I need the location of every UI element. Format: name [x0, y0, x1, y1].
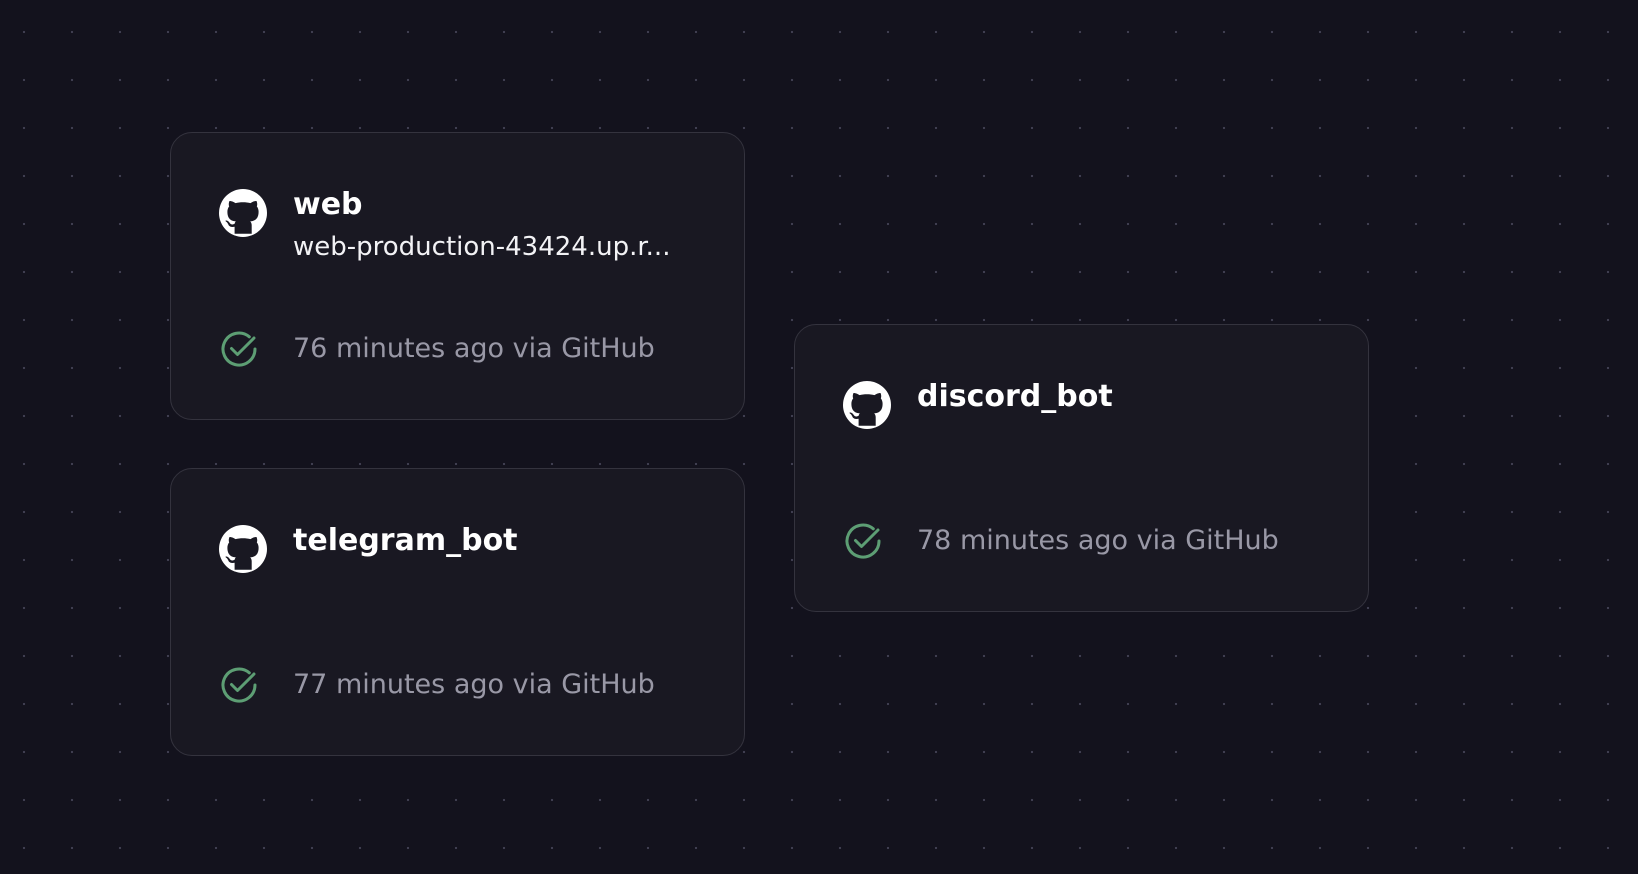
service-name: telegram_bot — [293, 523, 518, 558]
service-name: web — [293, 187, 363, 222]
check-circle-icon — [843, 521, 883, 561]
service-card-discord-bot[interactable]: discord_bot 78 minutes ago via GitHub — [794, 324, 1369, 612]
deployment-status: 76 minutes ago via GitHub — [293, 333, 655, 364]
deployment-status: 77 minutes ago via GitHub — [293, 669, 655, 700]
github-icon — [843, 381, 891, 429]
service-domain-link[interactable]: web-production-43424.up.r... — [293, 229, 703, 265]
check-circle-icon — [219, 329, 259, 369]
deployment-status: 78 minutes ago via GitHub — [917, 525, 1279, 556]
github-icon — [219, 525, 267, 573]
service-card-web[interactable]: web web-production-43424.up.r... 76 minu… — [170, 132, 745, 420]
check-circle-icon — [219, 665, 259, 705]
project-canvas[interactable]: web web-production-43424.up.r... 76 minu… — [0, 0, 1638, 874]
github-icon — [219, 189, 267, 237]
service-name: discord_bot — [917, 379, 1113, 414]
service-card-telegram-bot[interactable]: telegram_bot 77 minutes ago via GitHub — [170, 468, 745, 756]
